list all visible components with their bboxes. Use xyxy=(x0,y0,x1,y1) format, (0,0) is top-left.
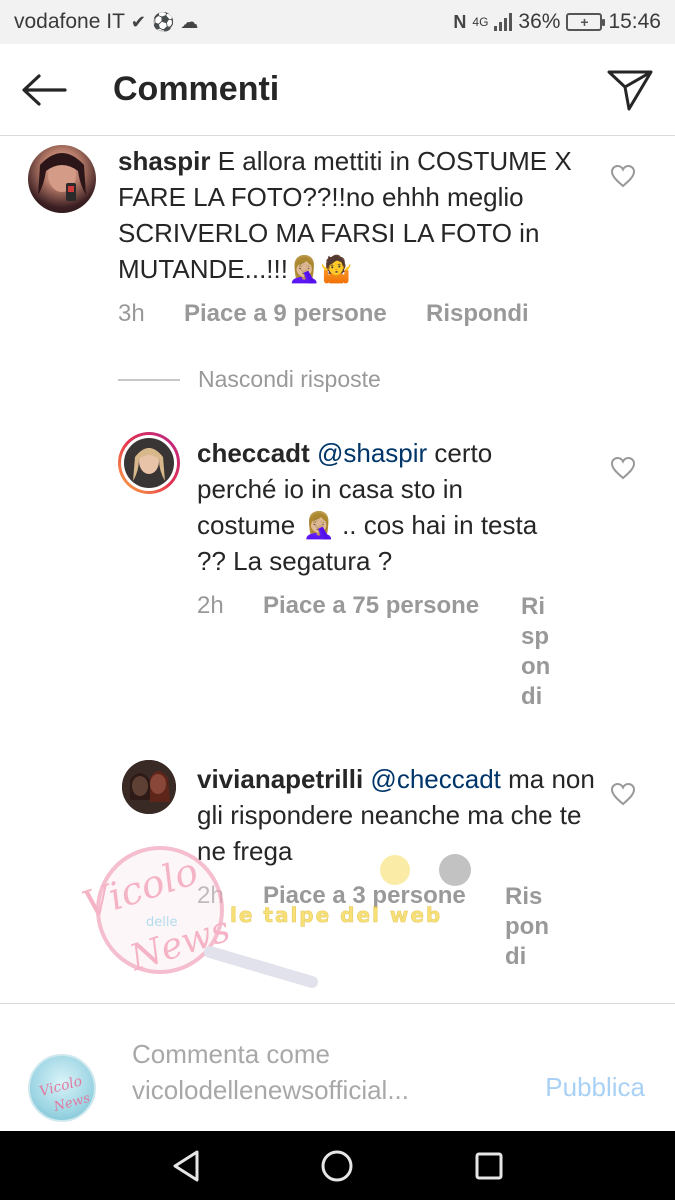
page-title: Commenti xyxy=(113,70,280,108)
reply-text: checcadt @shaspir certo perché io in cas… xyxy=(197,435,557,579)
reply-likes-link[interactable]: Piace a 75 persone xyxy=(263,592,521,712)
cloud-icon: ☁ xyxy=(180,11,199,32)
avatar-shaspir[interactable] xyxy=(28,145,96,213)
nav-recents-button[interactable] xyxy=(464,1141,514,1191)
like-heart-icon[interactable] xyxy=(610,782,636,806)
like-heart-icon[interactable] xyxy=(610,456,636,480)
avatar-image: Vicolo News xyxy=(38,1073,92,1115)
reply-time: 2h xyxy=(197,882,224,909)
watermark-text-2: delle xyxy=(146,915,177,930)
nav-back-button[interactable] xyxy=(161,1141,211,1191)
publish-button[interactable]: Pubblica xyxy=(545,1072,645,1103)
nfc-icon: N xyxy=(453,11,467,32)
reply-mention-link[interactable]: @checcadt xyxy=(370,764,500,794)
battery-icon: + xyxy=(566,13,606,31)
reply-time: 2h xyxy=(197,592,224,619)
comment-likes-link[interactable]: Piace a 9 persone xyxy=(184,300,426,328)
reply-reply-button[interactable]: Rispondi xyxy=(505,882,549,972)
comment-time: 3h xyxy=(118,300,145,327)
clock: 15:46 xyxy=(608,10,661,33)
carrier-label: vodafone IT xyxy=(14,10,125,33)
reply-meta: 2h Piace a 75 persone Rispondi xyxy=(197,592,553,712)
hide-replies-toggle[interactable]: Nascondi risposte xyxy=(118,366,381,393)
nav-home-button[interactable] xyxy=(312,1141,362,1191)
status-right: N 4G 36% + 15:46 xyxy=(453,10,661,34)
avatar-checcadt[interactable] xyxy=(118,432,180,494)
comment-input[interactable]: Commenta come vicolodellenewsofficial... xyxy=(132,1036,512,1108)
direct-share-button[interactable] xyxy=(605,66,655,114)
reply-likes-link[interactable]: Piace a 3 persone xyxy=(263,882,505,972)
hide-replies-label: Nascondi risposte xyxy=(198,366,381,392)
reply-username[interactable]: vivianapetrilli xyxy=(197,764,363,794)
own-avatar: Vicolo News xyxy=(28,1054,96,1122)
reply-meta: 2h Piace a 3 persone Rispondi xyxy=(197,882,549,972)
comment-text: shaspir E allora mettiti in COSTUME X FA… xyxy=(118,143,598,287)
comment-input-bar: Vicolo News Commenta come vicolodellenew… xyxy=(0,1003,675,1131)
avatar-image xyxy=(38,153,86,201)
reply-username[interactable]: checcadt xyxy=(197,438,310,468)
square-recents-icon xyxy=(475,1152,503,1179)
reply-reply-button[interactable]: Rispondi xyxy=(521,592,553,712)
status-left: vodafone IT ✔ ⚽ ☁ xyxy=(14,10,198,34)
battery-percent: 36% xyxy=(518,10,561,33)
back-button[interactable] xyxy=(20,68,68,112)
avatar-image xyxy=(122,760,176,814)
watermark-text-1: Vicolo xyxy=(77,849,203,927)
paper-plane-icon xyxy=(607,70,653,111)
comment-meta: 3h Piace a 9 persone Rispondi xyxy=(118,300,529,328)
avatar-image xyxy=(121,435,177,491)
divider-line xyxy=(118,378,180,381)
triangle-back-icon xyxy=(173,1150,199,1181)
status-bar: vodafone IT ✔ ⚽ ☁ N 4G 36% + 15:46 xyxy=(0,0,675,44)
network-type-label: 4G xyxy=(472,15,489,29)
check-icon: ✔ xyxy=(130,11,146,32)
reply-text: vivianapetrilli @checcadt ma non gli ris… xyxy=(197,761,597,869)
circle-home-icon xyxy=(321,1150,353,1181)
reply-mention-link[interactable]: @shaspir xyxy=(317,438,427,468)
comment-username[interactable]: shaspir xyxy=(118,146,211,176)
system-nav-bar xyxy=(0,1131,675,1200)
avatar-vivianapetrilli[interactable] xyxy=(122,760,176,814)
signal-icon xyxy=(494,13,513,31)
soccer-ball-icon: ⚽ xyxy=(152,11,175,32)
app-header: Commenti xyxy=(0,44,675,136)
like-heart-icon[interactable] xyxy=(610,164,636,188)
comment-reply-button[interactable]: Rispondi xyxy=(426,300,529,328)
back-arrow-icon xyxy=(22,74,67,106)
